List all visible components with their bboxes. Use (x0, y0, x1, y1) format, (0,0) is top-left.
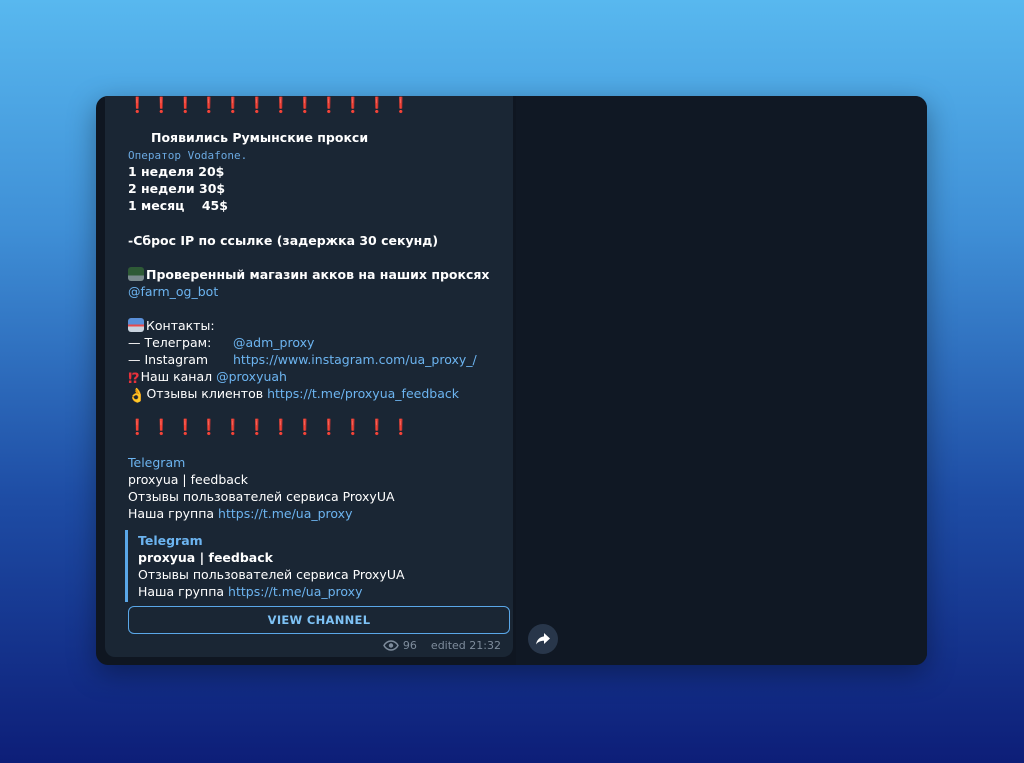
exclamation-question-icon: ⁉ (128, 371, 140, 387)
link-preview-card[interactable]: Telegram proxyua | feedback Отзывы польз… (125, 530, 508, 602)
shop-bot-link[interactable]: @farm_og_bot (128, 284, 218, 300)
quote-site-name: Telegram (138, 533, 203, 548)
channel-handle-link[interactable]: @proxyuah (216, 369, 287, 384)
telegram-contact-label: — Телеграм: (128, 335, 212, 350)
instagram-contact-label: — Instagram (128, 352, 209, 367)
edited-timestamp: edited 21:32 (430, 639, 501, 652)
laptop-icon (128, 267, 144, 281)
preview-group-label: Наша группа (128, 506, 215, 521)
view-channel-button[interactable]: VIEW CHANNEL (128, 606, 510, 634)
price-month: 1 месяц 45$ (128, 198, 228, 213)
post-headline: Появились Румынские прокси (151, 130, 369, 145)
share-arrow-icon (536, 633, 550, 645)
ip-reset-text: -Сброс IP по ссылке (задержка 30 секунд) (128, 233, 439, 248)
reviews-label: Отзывы клиентов (146, 386, 264, 401)
price-two-weeks: 2 недели 30$ (128, 181, 226, 196)
instagram-link[interactable]: https://www.instagram.com/ua_proxy_/ (233, 352, 477, 367)
reviews-line: 👌Отзывы клиентов https://t.me/proxyua_fe… (128, 386, 459, 404)
post-meta: 96 edited 21:32 (383, 639, 501, 652)
contacts-label: Контакты: (146, 318, 215, 333)
preview-group-line: Наша группа https://t.me/ua_proxy (128, 506, 352, 522)
eye-icon (383, 640, 399, 651)
preview-title: proxyua | feedback (128, 472, 249, 487)
quote-group-link[interactable]: https://t.me/ua_proxy (228, 584, 362, 599)
telegram-contact-line: — Телеграм: @adm_proxy (128, 335, 314, 351)
inbox-tray-icon (128, 318, 144, 332)
instagram-contact-line: — Instagram https://www.instagram.com/ua_… (128, 352, 477, 368)
shop-line: Проверенный магазин акков на наших прокс… (128, 267, 489, 283)
ok-hand-icon: 👌 (128, 388, 146, 404)
telegram-handle-link[interactable]: @adm_proxy (233, 335, 314, 350)
telegram-window: ❗❗❗❗❗❗❗❗❗❗❗❗ Появились Румынские прокси … (96, 96, 927, 665)
price-week: 1 неделя 20$ (128, 164, 225, 179)
channel-post-bubble: ❗❗❗❗❗❗❗❗❗❗❗❗ Появились Румынские прокси … (105, 96, 513, 657)
exclamation-row-top: ❗❗❗❗❗❗❗❗❗❗❗❗ (128, 96, 416, 114)
preview-description: Отзывы пользователей сервиса ProxyUA (128, 489, 395, 504)
chat-background (516, 96, 927, 665)
channel-label: Наш канал (140, 369, 213, 384)
exclamation-row-bottom: ❗❗❗❗❗❗❗❗❗❗❗❗ (128, 418, 416, 436)
preview-site-name: Telegram (128, 455, 186, 470)
quote-group-line: Наша группа https://t.me/ua_proxy (138, 584, 362, 600)
share-button[interactable] (528, 624, 558, 654)
quote-description: Отзывы пользователей сервиса ProxyUA (138, 567, 405, 582)
shop-text: Проверенный магазин акков на наших прокс… (146, 267, 490, 282)
view-count: 96 (402, 639, 417, 652)
preview-group-link[interactable]: https://t.me/ua_proxy (218, 506, 352, 521)
operator-text: Оператор Vodafone. (128, 149, 248, 162)
channel-line: ⁉Наш канал @proxyuah (128, 369, 287, 387)
quote-group-label: Наша группа (138, 584, 225, 599)
quote-title: proxyua | feedback (138, 550, 273, 565)
contacts-line: Контакты: (128, 318, 215, 334)
reviews-link[interactable]: https://t.me/proxyua_feedback (267, 386, 459, 401)
